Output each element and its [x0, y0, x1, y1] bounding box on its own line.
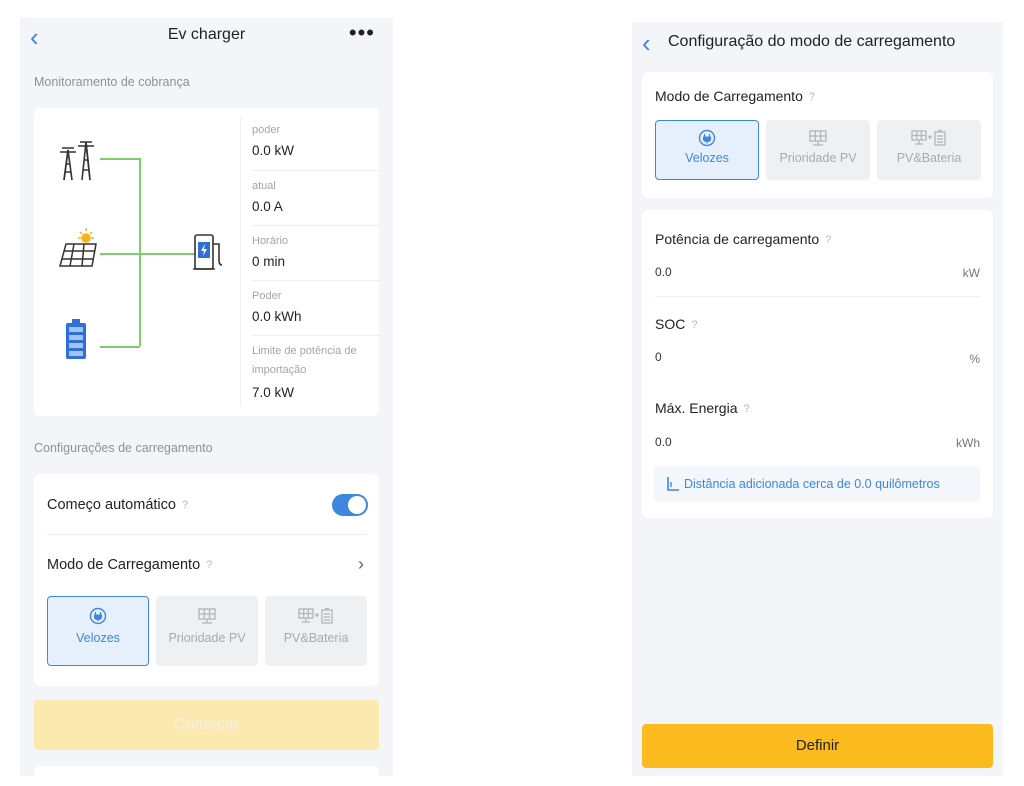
soc-input[interactable]: 0 — [655, 350, 662, 364]
metric-value: 0 min — [252, 254, 286, 269]
mode-button-prioridade-pv[interactable]: Prioridade PV — [766, 120, 870, 180]
charging-mode-card: Modo de Carregamento? Velozes Prioridade… — [642, 72, 993, 198]
charging-settings-card: Começo automático? Modo de Carregamento?… — [34, 474, 379, 686]
solar-battery-icon — [911, 129, 946, 146]
solar-panel-icon — [59, 228, 97, 267]
auto-start-row: Começo automático? — [47, 497, 188, 513]
metric-power: poder 0.0 kW — [252, 122, 382, 158]
chevron-right-icon[interactable]: › — [358, 554, 364, 575]
power-grid-tower-icon — [60, 141, 94, 181]
main-flow-line — [139, 158, 141, 346]
auto-start-toggle[interactable] — [332, 494, 368, 516]
monitor-section-title: Monitoramento de cobrança — [34, 75, 190, 89]
divider — [252, 335, 380, 336]
soc-row: SOC? — [655, 316, 697, 332]
mode-label: Velozes — [685, 151, 729, 165]
divider — [252, 280, 380, 281]
define-button[interactable]: Definir — [642, 724, 993, 768]
battery-icon — [66, 319, 86, 359]
more-options-icon[interactable]: ••• — [349, 20, 375, 46]
charging-mode-label: Modo de Carregamento — [47, 557, 201, 573]
page-title: Ev charger — [167, 26, 246, 43]
field-label: Potência de carregamento — [655, 231, 820, 247]
help-icon[interactable]: ? — [825, 234, 831, 246]
max-energy-input[interactable]: 0.0 — [655, 435, 672, 449]
ev-charger-icon — [193, 234, 223, 270]
metrics-divider — [240, 116, 241, 406]
help-icon[interactable]: ? — [206, 559, 212, 571]
help-icon[interactable]: ? — [691, 319, 697, 331]
charging-mode-row: Modo de Carregamento? — [655, 88, 815, 104]
help-icon[interactable]: ? — [809, 91, 815, 103]
nav-bar: ‹ Configuração do modo de carregamento — [632, 22, 1003, 62]
divider — [252, 170, 380, 171]
metric-time: Horário 0 min — [252, 233, 382, 269]
metric-current: atual 0.0 A — [252, 178, 382, 214]
plug-icon — [698, 129, 716, 147]
nav-bar: ‹ Ev charger ••• — [20, 18, 393, 56]
field-label: SOC — [655, 316, 686, 332]
monitoring-card: poder 0.0 kW atual 0.0 A Horário 0 min P… — [34, 108, 382, 416]
mode-button-velozes[interactable]: Velozes — [47, 596, 149, 666]
divider — [252, 225, 380, 226]
charging-mode-row[interactable]: Modo de Carregamento? — [47, 557, 212, 573]
mode-label: Velozes — [76, 631, 120, 645]
mode-label: Prioridade PV — [168, 631, 246, 645]
unit-label: % — [969, 352, 980, 366]
unit-label: kWh — [956, 436, 980, 450]
solar-panel-icon — [809, 130, 827, 146]
metric-value: 0.0 kW — [252, 143, 295, 158]
auto-start-label: Começo automático — [47, 497, 176, 513]
charging-mode-label: Modo de Carregamento — [655, 88, 803, 104]
grid-flow-line — [100, 158, 140, 160]
divider — [655, 296, 981, 297]
field-label: Máx. Energia — [655, 400, 738, 416]
metric-label: Limite de potência de importação — [252, 345, 357, 376]
solar-flow-line — [100, 253, 196, 255]
metric-label: Poder — [252, 290, 282, 302]
solar-battery-icon — [298, 607, 333, 624]
mode-button-pv-bateria[interactable]: PV&Bateria — [877, 120, 981, 180]
plug-icon — [89, 607, 107, 625]
distance-info-box: Distância adicionada cerca de 0.0 quilôm… — [654, 466, 980, 502]
charging-power-row: Potência de carregamento? — [655, 231, 831, 247]
mode-label: PV&Bateria — [283, 631, 349, 645]
mode-button-pv-bateria[interactable]: PV&Bateria — [265, 596, 367, 666]
max-energy-row: Máx. Energia? — [655, 400, 750, 416]
unit-label: kW — [962, 266, 980, 280]
mode-button-velozes[interactable]: Velozes — [655, 120, 759, 180]
mode-label: PV&Bateria — [896, 151, 962, 165]
charging-power-input[interactable]: 0.0 — [655, 265, 672, 279]
distance-icon — [667, 477, 679, 491]
metric-label: Horário — [252, 235, 289, 247]
mode-label: Prioridade PV — [779, 151, 857, 165]
solar-panel-icon — [198, 608, 216, 624]
battery-flow-line — [100, 346, 140, 348]
ev-charger-screen: ‹ Ev charger ••• Monitoramento de cobran… — [20, 18, 393, 776]
page-title: Configuração do modo de carregamento — [668, 33, 956, 50]
toggle-knob — [348, 496, 366, 514]
divider — [47, 534, 367, 535]
charging-mode-config-screen: ‹ Configuração do modo de carregamento M… — [632, 22, 1003, 776]
distance-text: Distância adicionada cerca de 0.0 quilôm… — [684, 477, 940, 491]
back-chevron-icon[interactable]: ‹ — [642, 28, 651, 58]
bottom-card — [34, 766, 379, 776]
metric-value: 0.0 A — [252, 199, 283, 214]
mode-button-prioridade-pv[interactable]: Prioridade PV — [156, 596, 258, 666]
help-icon[interactable]: ? — [743, 403, 749, 415]
metric-import-limit: Limite de potência de importação 7.0 kW — [252, 342, 374, 400]
settings-section-title: Configurações de carregamento — [34, 441, 213, 455]
metric-energy: Poder 0.0 kWh — [252, 288, 382, 324]
metric-label: atual — [252, 180, 276, 192]
metric-value: 0.0 kWh — [252, 309, 302, 324]
help-icon[interactable]: ? — [182, 499, 188, 511]
start-button[interactable]: Começar — [34, 700, 379, 750]
metric-label: poder — [252, 124, 281, 136]
metric-value: 7.0 kW — [252, 385, 295, 400]
